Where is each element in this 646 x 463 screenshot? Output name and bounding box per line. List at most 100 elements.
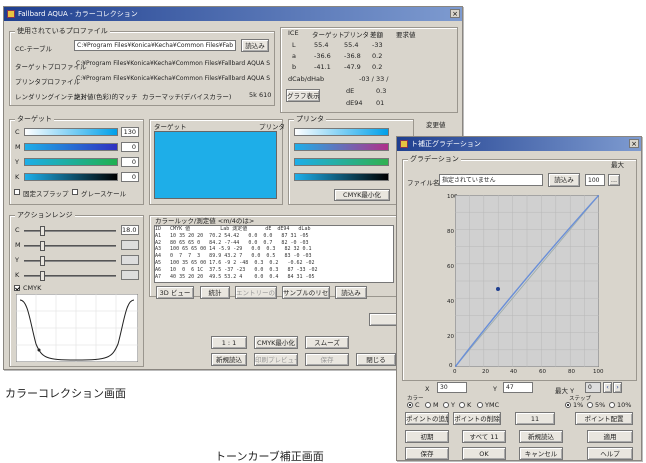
cmyk-checkbox[interactable]: [14, 285, 20, 291]
max-value-input[interactable]: 100: [585, 174, 605, 186]
y-tick: 80: [447, 229, 454, 235]
measure-list[interactable]: ID CMYK 値 Lab 測定値 dE dE94 dLab A1 10 35 …: [154, 225, 394, 283]
tone-save-button[interactable]: 保存: [405, 447, 449, 460]
sample-reset-button[interactable]: サンプルのリセット: [282, 286, 330, 299]
target-c-bar[interactable]: [24, 128, 118, 136]
grayscale-checkbox[interactable]: [72, 189, 78, 195]
file-name-input[interactable]: 指定されていません: [439, 174, 543, 186]
close-window-button[interactable]: ×: [450, 9, 460, 18]
delete-point-button[interactable]: ポイントの削除: [453, 412, 501, 425]
3d-view-button[interactable]: 3D ビュー: [156, 286, 194, 299]
target-y-value[interactable]: 0: [121, 157, 139, 167]
lab-row-b: b: [292, 63, 297, 71]
range-c-value[interactable]: 18.0: [121, 225, 139, 235]
target-k-bar[interactable]: [24, 173, 118, 181]
list-item[interactable]: A1 10 35 20 20 70.2 54.42 0.0 0.0 87 31 …: [155, 233, 393, 240]
printer-k-bar[interactable]: [294, 173, 389, 181]
range-y-thumb[interactable]: [40, 256, 45, 266]
range-m-label: M: [15, 241, 21, 249]
initial-button[interactable]: 初期: [405, 430, 449, 443]
printer-profile-value: C:¥Program Files¥Konica¥Kecha¥Common Fil…: [76, 75, 270, 82]
step-5-radio[interactable]: [587, 402, 593, 408]
next-arrow-button[interactable]: ›: [613, 382, 622, 393]
new-load-button[interactable]: 新規読込: [211, 353, 247, 366]
smooth-button[interactable]: スムーズ: [305, 336, 349, 349]
list-item[interactable]: A2 80 65 65 0 84.2 -7-44 0.0 0.7 82 -0 -…: [155, 240, 393, 247]
list-item[interactable]: A5 100 35 65 00 17.6 -9 2 -48 0.3 0.2 -0…: [155, 260, 393, 267]
cc-table-field[interactable]: C:¥Program Files¥Konica¥Kecha¥Common Fil…: [74, 40, 236, 51]
cc-load-button[interactable]: 読込み: [241, 39, 269, 52]
prev-arrow-button[interactable]: ‹: [603, 382, 612, 393]
tone-close-icon[interactable]: ×: [629, 139, 639, 148]
printer-c-bar[interactable]: [294, 128, 389, 136]
save-button[interactable]: 保存: [305, 353, 349, 366]
target-k-value[interactable]: 0: [121, 172, 139, 182]
grayscale-label: グレースケール: [81, 190, 127, 198]
cancel-button[interactable]: キャンセル: [519, 447, 563, 460]
target-y-bar[interactable]: [24, 158, 118, 166]
close-button[interactable]: 閉じる: [356, 353, 396, 366]
stats-button[interactable]: 統計: [200, 286, 230, 299]
range-k-slider[interactable]: [24, 271, 116, 281]
tone-new-load-button[interactable]: 新規読込: [519, 430, 563, 443]
cmyk-min-button[interactable]: CMYK最小化: [254, 336, 298, 349]
target-m-bar[interactable]: [24, 143, 118, 151]
max-y-input[interactable]: 0: [585, 382, 601, 393]
radio-y[interactable]: [443, 402, 449, 408]
max-label: 最大: [611, 161, 624, 169]
apply-button[interactable]: 適用: [587, 430, 633, 443]
point-arrange-button[interactable]: ポイント配置: [575, 412, 633, 425]
target-m-label: M: [15, 143, 21, 151]
tone-load-button[interactable]: 読込み: [548, 173, 580, 187]
lab-header-diff: 差額: [370, 31, 383, 39]
help-button[interactable]: ヘルプ: [587, 447, 633, 460]
printer-m-bar[interactable]: [294, 143, 389, 151]
printer-group-label: プリンタ: [294, 114, 326, 124]
print-preview-button[interactable]: 印刷プレビュー: [254, 353, 298, 366]
one-to-one-button[interactable]: 1 : 1: [211, 336, 247, 349]
max-spin-button[interactable]: ...: [608, 174, 620, 186]
target-k-label: K: [15, 173, 20, 181]
range-c-thumb[interactable]: [40, 226, 45, 236]
list-item[interactable]: A7 40 35 20 20 49.5 53.2 4 0.0 0.4 84 31…: [155, 274, 393, 281]
x-input[interactable]: 30: [437, 382, 467, 393]
range-c-slider[interactable]: [24, 226, 116, 236]
cmyk-minimize-button[interactable]: CMYK最小化: [334, 189, 390, 201]
radio-m[interactable]: [425, 402, 431, 408]
entry-detail-button[interactable]: エントリーの詳細: [235, 286, 277, 299]
fixed-strap-checkbox[interactable]: [14, 189, 20, 195]
list-item[interactable]: A3 100 65 65 00 14 -5.9 -29 0.0 0.3 82 3…: [155, 246, 393, 253]
y-input[interactable]: 47: [503, 382, 533, 393]
tone-window-title: ト補正グラデーション: [411, 140, 481, 148]
tone-curve-graph[interactable]: [455, 195, 599, 367]
radio-c-label: C: [415, 401, 420, 409]
list-item[interactable]: A6 10 0 6 1C 37.5 -37 -23 0.0 0.3 87 -33…: [155, 267, 393, 274]
radio-k[interactable]: [459, 402, 465, 408]
lab-value: 55.4: [314, 41, 329, 49]
preview-target-label: ターゲット: [154, 123, 187, 131]
color-correction-caption: カラーコレクション画面: [5, 387, 126, 400]
target-m-value[interactable]: 0: [121, 142, 139, 152]
range-k-thumb[interactable]: [40, 271, 45, 281]
load-button[interactable]: 読込み: [335, 286, 367, 299]
de94-value: 01: [376, 99, 385, 107]
step-10-radio[interactable]: [609, 402, 615, 408]
step-1-radio[interactable]: [565, 402, 571, 408]
radio-c[interactable]: [407, 402, 413, 408]
lab-header-required: 要求値: [396, 31, 416, 39]
all-11-button[interactable]: すべて 11: [462, 430, 506, 443]
graph-display-button[interactable]: グラフ表示: [286, 89, 320, 102]
range-m-thumb[interactable]: [40, 241, 45, 251]
target-c-value[interactable]: 130: [121, 127, 139, 137]
list-item[interactable]: A4 0 7 7 3 89.9 43.2 7 0.0 0.5 83 -0 -03: [155, 253, 393, 260]
range-y-slider[interactable]: [24, 256, 116, 266]
radio-ymc[interactable]: [477, 402, 483, 408]
printer-y-bar[interactable]: [294, 158, 389, 166]
ok-button[interactable]: OK: [462, 447, 506, 460]
x-tick: 100: [593, 369, 604, 375]
range-m-slider[interactable]: [24, 241, 116, 251]
target-group-label: ターゲット: [15, 114, 54, 124]
point-11-button[interactable]: 11: [515, 412, 555, 425]
x-tick: 40: [510, 369, 517, 375]
add-point-button[interactable]: ポイントの追加: [405, 412, 449, 425]
